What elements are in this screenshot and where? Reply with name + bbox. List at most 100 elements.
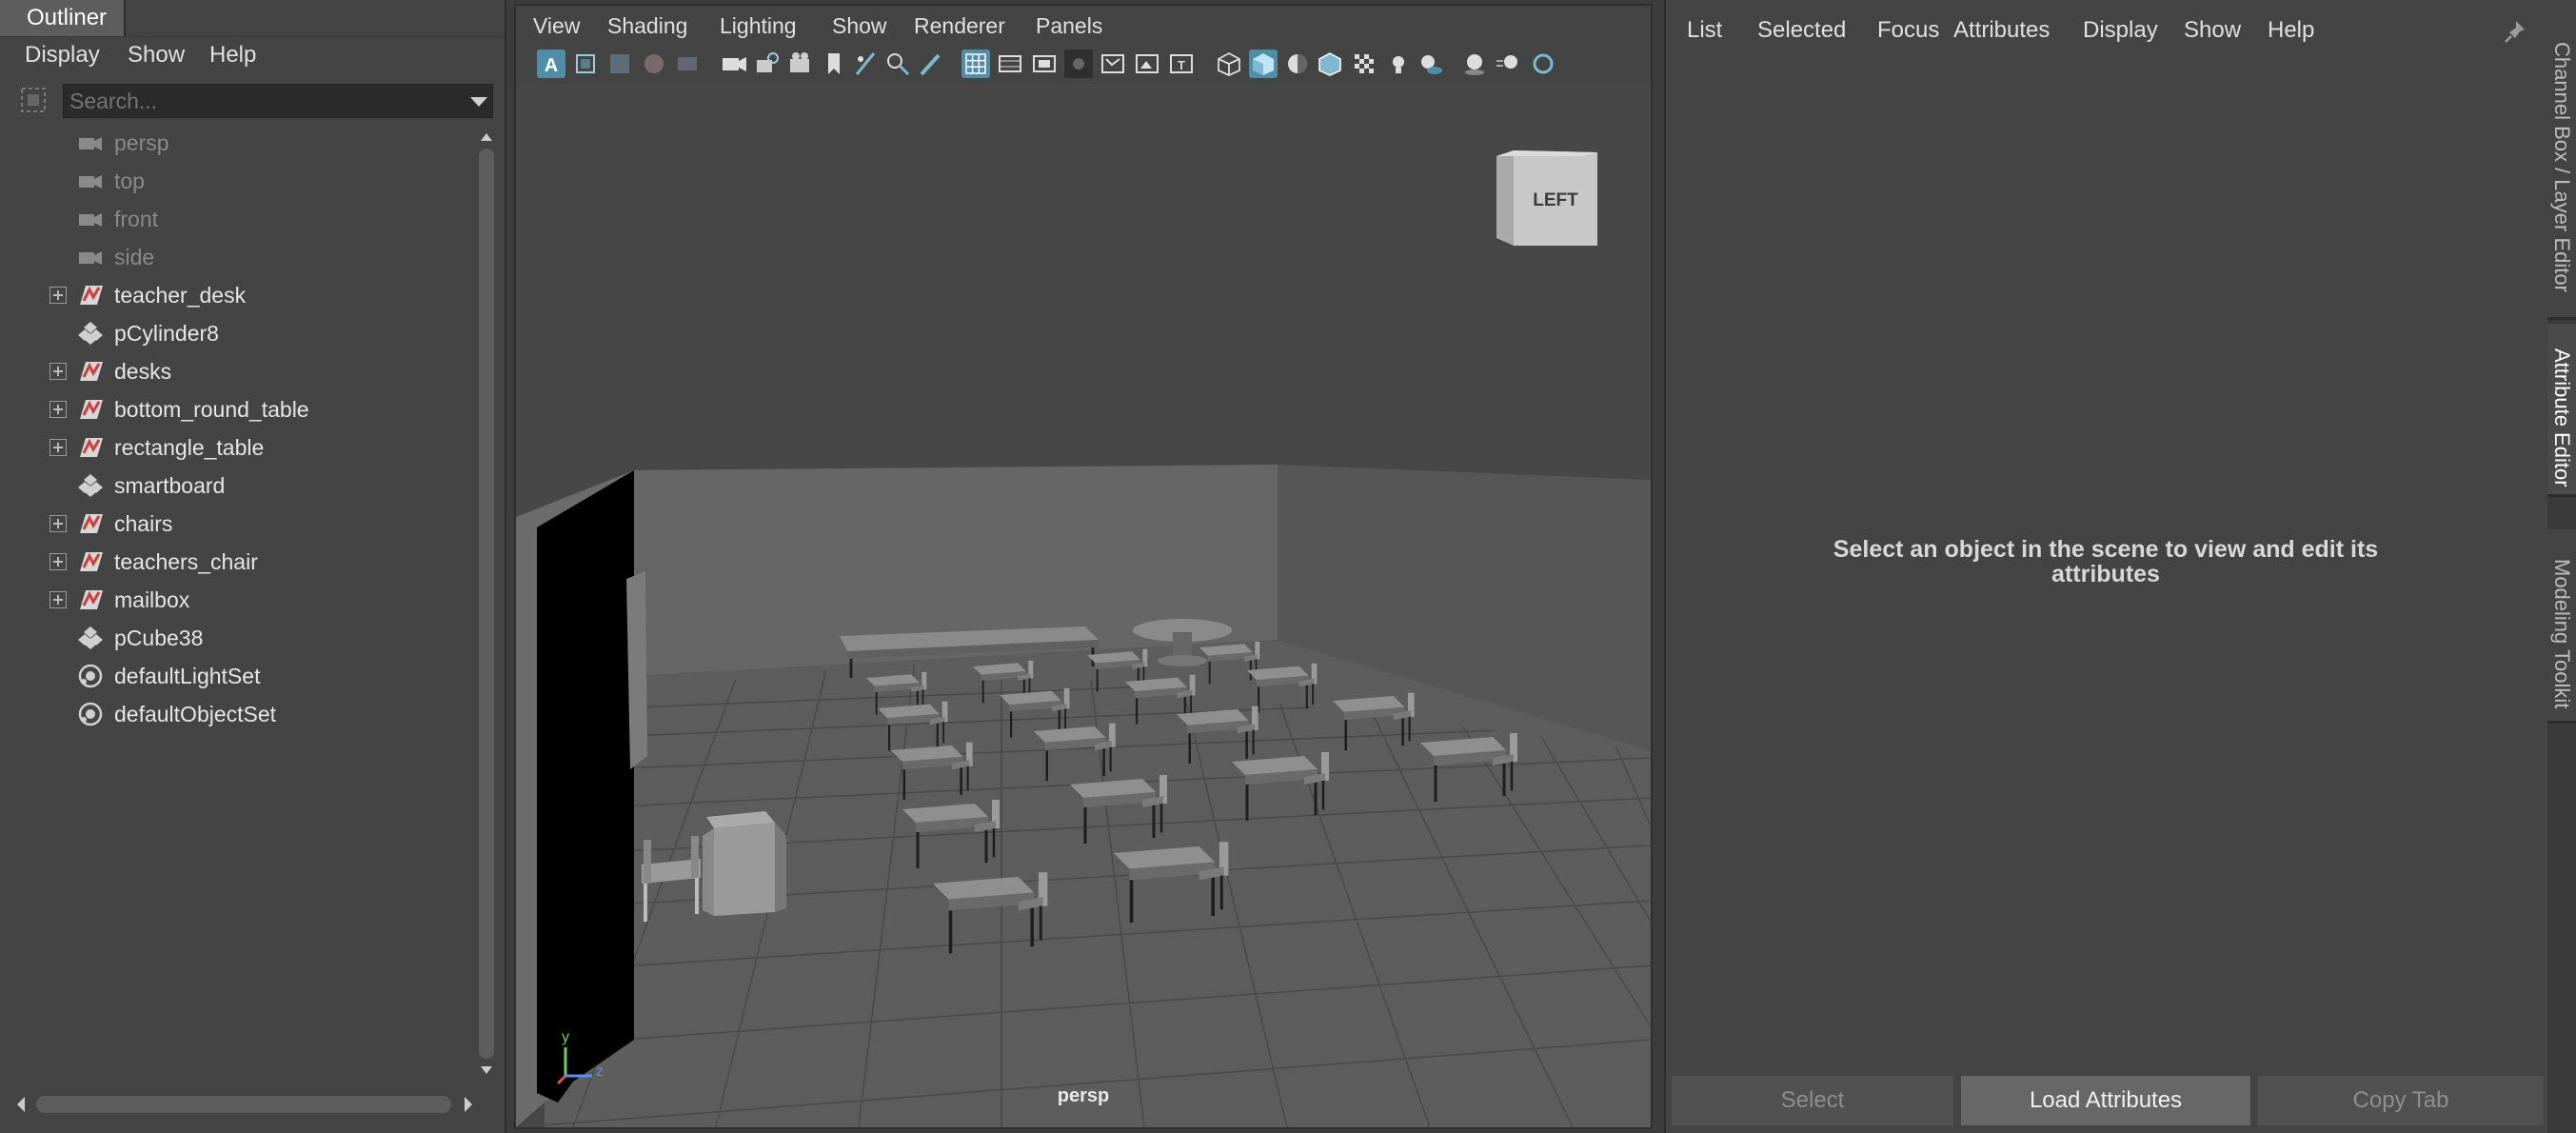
outliner-item[interactable]: side (13, 238, 470, 276)
outliner-tab[interactable]: Outliner (0, 0, 126, 36)
group-transform-icon (76, 396, 105, 423)
view-cube[interactable]: LEFT (1496, 150, 1597, 246)
ae-menu-show[interactable]: Show (2184, 13, 2241, 48)
group-transform-icon (76, 358, 105, 385)
lights-icon[interactable] (1384, 50, 1413, 78)
grease-pencil-icon[interactable] (916, 50, 944, 78)
outliner-item-label: smartboard (114, 473, 226, 498)
camera-film-icon[interactable] (786, 50, 815, 78)
group-transform-icon (76, 434, 105, 461)
outliner-item-label: defaultObjectSet (114, 702, 277, 726)
resolution-gate-icon[interactable] (1030, 50, 1059, 78)
load-attributes-button[interactable]: Load Attributes (1961, 1076, 2250, 1125)
outliner-item[interactable]: top (13, 162, 470, 200)
motion-blur-icon[interactable] (1495, 50, 1523, 78)
tab-channel-box-layer-editor[interactable]: Channel Box / Layer Editor (2547, 0, 2576, 320)
expand-icon[interactable] (50, 553, 67, 570)
side-tab-strip: Channel Box / Layer Editor Attribute Edi… (2547, 0, 2576, 1133)
outliner-search-input[interactable] (63, 84, 493, 118)
outliner-item[interactable]: teacher_desk (13, 276, 470, 314)
image-plane-icon[interactable] (851, 50, 880, 78)
film-gate-icon[interactable] (996, 50, 1024, 78)
outliner-item[interactable]: desks (13, 352, 470, 390)
field-chart-icon[interactable] (1099, 50, 1127, 78)
outliner-item[interactable]: rectangle_table (13, 428, 470, 467)
gate-mask-icon[interactable] (1064, 50, 1093, 78)
outliner-item[interactable]: pCube38 (13, 619, 470, 657)
outliner-item[interactable]: smartboard (13, 467, 470, 505)
outliner-item-label: top (114, 169, 145, 193)
search-dropdown-arrow-icon[interactable] (470, 97, 487, 107)
expand-icon[interactable] (50, 439, 67, 456)
outliner-item[interactable]: defaultObjectSet (13, 695, 470, 733)
select-button[interactable]: Select (1672, 1076, 1953, 1125)
safe-action-icon[interactable] (1133, 50, 1161, 78)
safe-title-icon[interactable]: T (1167, 50, 1196, 78)
select-camera-icon[interactable]: A (537, 50, 565, 78)
outliner-item[interactable]: pCylinder8 (13, 314, 470, 352)
wireframe-on-shaded-icon[interactable] (1316, 50, 1344, 78)
smooth-shade-icon[interactable] (1249, 50, 1278, 78)
ae-menu-focus[interactable]: Focus (1877, 13, 1939, 48)
textured-icon[interactable] (1283, 50, 1312, 78)
xray-icon[interactable] (1350, 50, 1378, 78)
ae-menu-display[interactable]: Display (2083, 13, 2158, 48)
expand-icon[interactable] (50, 287, 67, 304)
ae-menu-attributes[interactable]: Attributes (1953, 13, 2050, 48)
expand-icon[interactable] (50, 363, 67, 380)
outliner-item-label: defaultLightSet (114, 664, 261, 688)
outliner-horizontal-scrollbar[interactable] (13, 1093, 476, 1116)
outliner-menu-show[interactable]: Show (128, 37, 185, 73)
bookmark-flag-icon[interactable] (819, 50, 847, 78)
viewport-menu-shading[interactable]: Shading (607, 6, 687, 46)
wireframe-icon[interactable] (1215, 50, 1243, 78)
ae-menu-list[interactable]: List (1687, 13, 1722, 48)
expand-icon[interactable] (50, 401, 67, 418)
camera-attributes-icon[interactable] (571, 50, 600, 78)
outliner-item[interactable]: teachers_chair (13, 543, 470, 581)
viewport-menu-show[interactable]: Show (832, 6, 887, 46)
image-plane-icon[interactable] (640, 50, 668, 78)
copy-tab-button[interactable]: Copy Tab (2258, 1076, 2544, 1125)
expand-icon[interactable] (50, 591, 67, 608)
outliner-item[interactable]: front (13, 200, 470, 238)
group-transform-icon (76, 548, 105, 575)
pin-icon[interactable] (2504, 19, 2528, 44)
filter-icon[interactable] (19, 86, 48, 114)
lock-camera-icon[interactable] (752, 50, 781, 78)
viewport-menu-view[interactable]: View (533, 6, 580, 46)
outliner-item-label: front (114, 207, 159, 231)
two-d-pan-zoom-icon[interactable] (883, 50, 912, 78)
outliner-item[interactable]: persp (13, 124, 470, 162)
camera-icon (76, 129, 105, 156)
outliner-vertical-scrollbar[interactable] (478, 129, 495, 1078)
scene-canvas[interactable]: LEFT y z (516, 84, 1651, 1127)
shadows-icon[interactable] (1417, 50, 1445, 78)
grease-pencil-icon[interactable] (674, 50, 703, 78)
outliner-item[interactable]: defaultLightSet (13, 657, 470, 695)
grid-icon[interactable] (961, 50, 990, 78)
outliner-item-label: pCylinder8 (114, 321, 219, 346)
outliner-item-label: chairs (114, 511, 173, 536)
ambient-occlusion-icon[interactable] (1460, 50, 1489, 78)
viewport-menubar: View Shading Lighting Show Renderer Pane… (516, 6, 1651, 46)
expand-icon[interactable] (50, 515, 67, 532)
viewport-menu-renderer[interactable]: Renderer (914, 6, 1005, 46)
outliner-item[interactable]: mailbox (13, 581, 470, 619)
anti-aliasing-icon[interactable] (1529, 50, 1557, 78)
viewport-menu-panels[interactable]: Panels (1036, 6, 1102, 46)
outliner-item[interactable]: chairs (13, 505, 470, 543)
outliner-menubar: Display Show Help (0, 36, 505, 73)
mesh-icon (76, 320, 105, 347)
outliner-item[interactable]: bottom_round_table (13, 390, 470, 428)
ae-menu-help[interactable]: Help (2268, 13, 2314, 48)
camera-icon[interactable] (720, 50, 748, 78)
outliner-menu-help[interactable]: Help (209, 37, 256, 73)
bookmark-icon[interactable] (605, 50, 634, 78)
3d-viewport[interactable]: View Shading Lighting Show Renderer Pane… (514, 4, 1653, 1129)
tab-modeling-toolkit[interactable]: Modeling Toolkit (2547, 529, 2576, 724)
outliner-menu-display[interactable]: Display (25, 37, 100, 73)
tab-attribute-editor[interactable]: Attribute Editor (2547, 324, 2576, 497)
ae-menu-selected[interactable]: Selected (1757, 13, 1846, 48)
viewport-menu-lighting[interactable]: Lighting (720, 6, 797, 46)
